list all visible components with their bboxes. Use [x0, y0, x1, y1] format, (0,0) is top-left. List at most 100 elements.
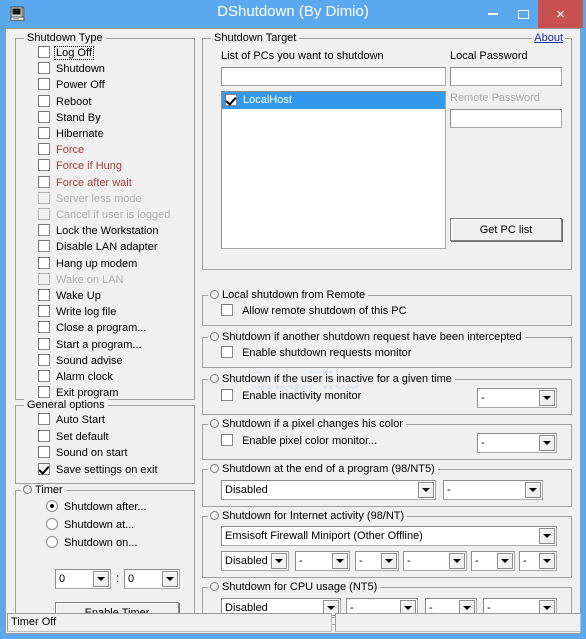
get-pc-list-button[interactable]: Get PC list [450, 218, 562, 241]
chevron-down-icon[interactable] [418, 482, 434, 498]
end-of-program-action-combo[interactable]: - [443, 480, 543, 500]
general-option-checkbox[interactable] [38, 462, 50, 475]
chevron-down-icon[interactable] [539, 528, 555, 544]
shutdown-type-checkbox[interactable] [38, 353, 50, 366]
shutdown-type-row[interactable]: Wake Up [38, 289, 101, 306]
shutdown-type-row[interactable]: Hibernate [38, 127, 104, 144]
timer-option-row[interactable]: Shutdown after... [46, 500, 147, 517]
shutdown-type-row[interactable]: Lock the Workstation [38, 224, 159, 241]
pixel-color-monitor-checkbox[interactable] [221, 434, 233, 447]
timer-hours-combo[interactable]: 0 [55, 569, 111, 589]
shutdown-type-row[interactable]: Force if Hung [38, 159, 122, 176]
timer-option-radio[interactable] [46, 518, 58, 531]
shutdown-type-checkbox[interactable] [38, 78, 50, 91]
timer-option-row[interactable]: Shutdown on... [46, 536, 137, 553]
pc-filter-input[interactable] [221, 67, 446, 86]
end-of-program-combo[interactable]: Disabled [221, 480, 436, 500]
general-option-checkbox[interactable] [38, 446, 50, 459]
internet-adapter-combo[interactable]: Emsisoft Firewall Miniport (Other Offlin… [221, 526, 557, 546]
chevron-down-icon[interactable] [93, 571, 109, 587]
shutdown-type-checkbox[interactable] [38, 159, 50, 172]
shutdown-type-checkbox[interactable] [38, 256, 50, 269]
internet-param3-combo[interactable]: - [355, 551, 399, 571]
pc-list-item-checkbox[interactable] [225, 93, 237, 106]
internet-param2-combo[interactable]: - [295, 551, 350, 571]
chevron-down-icon[interactable] [497, 553, 513, 569]
general-option-checkbox[interactable] [38, 413, 50, 426]
shutdown-type-checkbox[interactable] [38, 143, 50, 156]
shutdown-requests-monitor-checkbox-row[interactable]: Enable shutdown requests monitor [221, 346, 411, 363]
shutdown-type-row[interactable]: Close a program... [38, 321, 146, 338]
shutdown-type-row[interactable]: Force [38, 143, 84, 160]
pixel-color-combo[interactable]: - [477, 433, 557, 453]
chevron-down-icon[interactable] [449, 553, 465, 569]
general-option-row[interactable]: Save settings on exit [38, 462, 158, 480]
timer-option-radio[interactable] [46, 500, 58, 513]
internet-param4-combo[interactable]: - [403, 551, 467, 571]
chevron-down-icon[interactable] [332, 553, 348, 569]
remote-password-label: Remote Password [450, 92, 540, 104]
maximize-button[interactable] [508, 0, 538, 28]
shutdown-type-row[interactable]: Start a program... [38, 337, 142, 355]
shutdown-type-row[interactable]: Hang up modem [38, 256, 137, 274]
shutdown-type-checkbox[interactable] [38, 127, 50, 140]
allow-remote-shutdown-checkbox-row[interactable]: Allow remote shutdown of this PC [221, 304, 407, 321]
shutdown-type-row[interactable]: Disable LAN adapter [38, 240, 158, 257]
shutdown-type-checkbox[interactable] [38, 46, 50, 59]
shutdown-type-checkbox[interactable] [38, 240, 50, 253]
shutdown-type-row[interactable]: Force after wait [38, 175, 132, 193]
shutdown-type-checkbox[interactable] [38, 110, 50, 123]
timer-minutes-combo[interactable]: 0 [124, 569, 180, 589]
internet-param6-combo[interactable]: - [519, 551, 557, 571]
pc-list-item[interactable]: LocalHost [222, 92, 445, 109]
shutdown-type-checkbox[interactable] [38, 370, 50, 383]
title-bar: DShutdown (By Dimio) × [0, 0, 586, 28]
local-password-input[interactable] [450, 67, 562, 86]
shutdown-type-row[interactable]: Alarm clock [38, 370, 113, 387]
chevron-down-icon[interactable] [381, 553, 397, 569]
chevron-down-icon[interactable] [539, 390, 555, 406]
shutdown-type-row[interactable]: Power Off [38, 78, 105, 95]
shutdown-type-checkbox[interactable] [38, 94, 50, 107]
inactivity-monitor-checkbox-row[interactable]: Enable inactivity monitor [221, 389, 361, 406]
shutdown-requests-monitor-checkbox[interactable] [221, 346, 233, 359]
shutdown-type-row[interactable]: Sound advise [38, 353, 123, 371]
pc-listbox[interactable]: LocalHost [221, 91, 446, 249]
general-option-row[interactable]: Set default [38, 429, 109, 447]
shutdown-type-checkbox[interactable] [38, 175, 50, 188]
inactivity-monitor-checkbox[interactable] [221, 389, 233, 402]
shutdown-type-checkbox[interactable] [38, 224, 50, 237]
timer-option-row[interactable]: Shutdown at... [46, 518, 134, 535]
chevron-down-icon[interactable] [539, 553, 555, 569]
shutdown-type-checkbox[interactable] [38, 62, 50, 75]
inactivity-time-combo[interactable]: - [477, 388, 557, 408]
internet-param5-combo[interactable]: - [471, 551, 515, 571]
chevron-down-icon[interactable] [271, 553, 287, 569]
shutdown-type-checkbox[interactable] [38, 321, 50, 334]
close-button[interactable]: × [538, 0, 583, 28]
chevron-down-icon[interactable] [525, 482, 541, 498]
shutdown-type-checkbox[interactable] [38, 305, 50, 318]
general-option-checkbox[interactable] [38, 429, 50, 442]
remote-password-input[interactable] [450, 109, 562, 128]
internet-state-combo[interactable]: Disabled [221, 551, 289, 571]
shutdown-type-checkbox[interactable] [38, 289, 50, 302]
shutdown-type-checkbox[interactable] [38, 337, 50, 350]
general-options-title: General options [24, 399, 108, 411]
shutdown-type-row[interactable]: Stand By [38, 110, 101, 128]
about-link[interactable]: About [532, 32, 565, 44]
shutdown-type-row[interactable]: Reboot [38, 94, 91, 112]
shutdown-type-row[interactable]: Shutdown [38, 62, 105, 79]
allow-remote-shutdown-checkbox[interactable] [221, 304, 233, 317]
general-option-row[interactable]: Sound on start [38, 446, 128, 463]
shutdown-type-title: Shutdown Type [24, 32, 106, 44]
shutdown-type-checkbox[interactable] [38, 386, 50, 399]
chevron-down-icon[interactable] [539, 435, 555, 451]
shutdown-type-row[interactable]: Log Off [38, 46, 94, 63]
minimize-button[interactable] [478, 0, 508, 28]
shutdown-type-row[interactable]: Write log file [38, 305, 116, 322]
general-option-row[interactable]: Auto Start [38, 413, 105, 430]
timer-option-radio[interactable] [46, 536, 58, 549]
chevron-down-icon[interactable] [162, 571, 178, 587]
pixel-color-monitor-checkbox-row[interactable]: Enable pixel color monitor... [221, 434, 377, 451]
